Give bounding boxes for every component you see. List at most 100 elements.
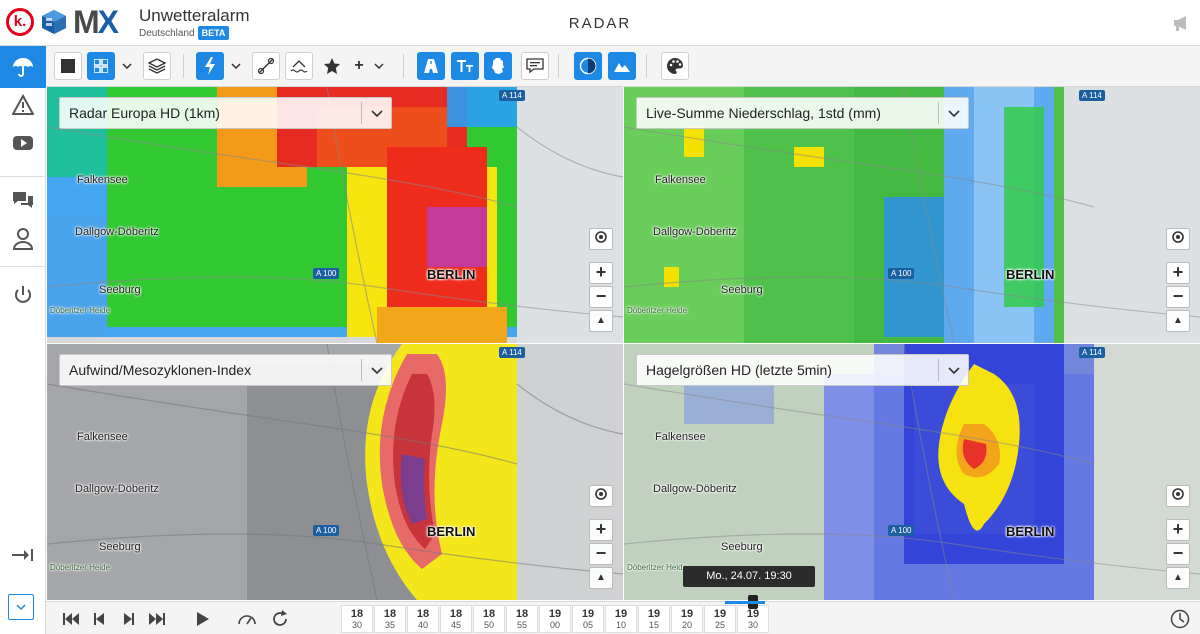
star-icon: [324, 58, 340, 74]
time-slot[interactable]: 18 55: [506, 605, 538, 633]
grid-view-button[interactable]: [87, 52, 115, 80]
layers-icon: [148, 58, 166, 74]
crosshair-icon: [1172, 488, 1184, 500]
time-slot[interactable]: 19 10: [605, 605, 637, 633]
time-slot[interactable]: 18 30: [341, 605, 373, 633]
locate-button[interactable]: [589, 228, 613, 250]
time-slot-hour: 18: [515, 608, 529, 620]
skip-to-end-button[interactable]: [146, 608, 168, 630]
sidebar-item-video[interactable]: [0, 122, 46, 164]
play-button[interactable]: [192, 608, 214, 630]
chevron-down-icon: [948, 110, 960, 118]
map-panel-hail[interactable]: Hagelgrößen HD (letzte 5min) Falkensee D…: [624, 344, 1200, 600]
time-slot[interactable]: 19 15: [638, 605, 670, 633]
chat-icon: [13, 192, 33, 208]
map-label-dallgow: Dallgow-Döberitz: [75, 226, 159, 238]
sidebar-item-chat[interactable]: [0, 180, 46, 222]
time-slot[interactable]: 19 05: [572, 605, 604, 633]
color-palette-button[interactable]: [661, 52, 689, 80]
map-label-falkensee: Falkensee: [77, 174, 128, 186]
header-bar: k. MX Unwetteralarm Deutschland BETA RADA…: [0, 0, 1200, 46]
sidebar-item-radar[interactable]: [0, 46, 46, 88]
favorites-dropdown[interactable]: [370, 52, 388, 80]
locate-button[interactable]: [589, 485, 613, 507]
time-slot[interactable]: 19 20: [671, 605, 703, 633]
map-label-seeburg: Seeburg: [99, 541, 141, 553]
skip-to-start-button[interactable]: [60, 608, 82, 630]
layer-select-3[interactable]: Aufwind/Mesozyklonen-Index: [59, 354, 392, 386]
crosshair-icon: [1172, 231, 1184, 243]
map-label-seeburg: Seeburg: [721, 541, 763, 553]
time-slot[interactable]: 18 50: [473, 605, 505, 633]
layer-select-4[interactable]: Hagelgrößen HD (letzte 5min): [636, 354, 969, 386]
reset-north-button[interactable]: ▲: [589, 567, 613, 589]
time-slot-hour: 19: [746, 608, 760, 620]
umbrella-icon: [13, 58, 33, 77]
sidebar-collapse[interactable]: [0, 534, 46, 576]
add-favorite-button[interactable]: +: [350, 52, 368, 80]
chevron-down-icon: [371, 367, 383, 375]
time-slot[interactable]: 19 00: [539, 605, 571, 633]
step-back-button[interactable]: [88, 608, 110, 630]
step-forward-button[interactable]: [118, 608, 140, 630]
zoom-out-button[interactable]: −: [589, 286, 613, 308]
zoom-out-button[interactable]: −: [589, 543, 613, 565]
comments-button[interactable]: [521, 52, 549, 80]
flood-button[interactable]: [285, 52, 313, 80]
zoom-out-button[interactable]: −: [1166, 286, 1190, 308]
chevron-down-icon: [948, 367, 960, 375]
sidebar-item-logout[interactable]: [0, 274, 46, 316]
time-slot[interactable]: 18 35: [374, 605, 406, 633]
time-slot[interactable]: 18 40: [407, 605, 439, 633]
labels-button[interactable]: [451, 52, 479, 80]
grid-view-dropdown[interactable]: [118, 52, 136, 80]
favorites-button[interactable]: [318, 52, 346, 80]
road-shield-a114: A 114: [1079, 90, 1105, 101]
lightning-dropdown[interactable]: [227, 52, 245, 80]
zoom-in-button[interactable]: +: [1166, 262, 1190, 284]
speed-button[interactable]: [236, 608, 258, 630]
roads-button[interactable]: [417, 52, 445, 80]
reset-north-button[interactable]: ▲: [1166, 567, 1190, 589]
terrain-button[interactable]: [608, 52, 636, 80]
map-panel-radar[interactable]: Radar Europa HD (1km) Falkensee Dallgow-…: [47, 87, 623, 343]
time-slot[interactable]: 18 45: [440, 605, 472, 633]
time-slot-hour: 18: [416, 608, 430, 620]
map-label-heide: Döberitzer Heide: [627, 306, 688, 315]
time-slot-hour: 18: [383, 608, 397, 620]
layer-select-caret: [938, 102, 968, 124]
time-slot[interactable]: 19 25: [704, 605, 736, 633]
layers-button[interactable]: [143, 52, 171, 80]
sidebar-item-warnings[interactable]: [0, 84, 46, 126]
time-slot[interactable]: 19 30: [737, 605, 769, 633]
measure-button[interactable]: [252, 52, 280, 80]
zoom-in-button[interactable]: +: [1166, 519, 1190, 541]
zoom-out-button[interactable]: −: [1166, 543, 1190, 565]
time-slot-hour: 19: [680, 608, 694, 620]
locate-button[interactable]: [1166, 228, 1190, 250]
borders-button[interactable]: [484, 52, 512, 80]
time-slot-hour: 18: [482, 608, 496, 620]
time-slot-minute: 05: [582, 620, 593, 630]
zoom-in-button[interactable]: +: [589, 519, 613, 541]
single-view-button[interactable]: [54, 52, 82, 80]
dark-mode-button[interactable]: [574, 52, 602, 80]
layer-select-1[interactable]: Radar Europa HD (1km): [59, 97, 392, 129]
clock-icon[interactable]: [1170, 609, 1190, 629]
map-panel-updraft[interactable]: Aufwind/Mesozyklonen-Index Falkensee Dal…: [47, 344, 623, 600]
megaphone-icon[interactable]: [1172, 14, 1192, 32]
locate-button[interactable]: [1166, 485, 1190, 507]
refresh-button[interactable]: [269, 608, 291, 630]
time-slot-minute: 50: [483, 620, 494, 630]
zoom-in-button[interactable]: +: [589, 262, 613, 284]
toolbar-divider: [558, 54, 559, 78]
reset-north-button[interactable]: ▲: [1166, 310, 1190, 332]
refresh-icon: [273, 610, 287, 626]
layer-select-2[interactable]: Live-Summe Niederschlag, 1std (mm): [636, 97, 969, 129]
map-panel-precip[interactable]: Live-Summe Niederschlag, 1std (mm) Falke…: [624, 87, 1200, 343]
time-slot-hour: 19: [581, 608, 595, 620]
lightning-button[interactable]: [196, 52, 224, 80]
reset-north-button[interactable]: ▲: [589, 310, 613, 332]
sidebar-expand-button[interactable]: [8, 594, 34, 620]
sidebar-item-profile[interactable]: [0, 218, 46, 260]
